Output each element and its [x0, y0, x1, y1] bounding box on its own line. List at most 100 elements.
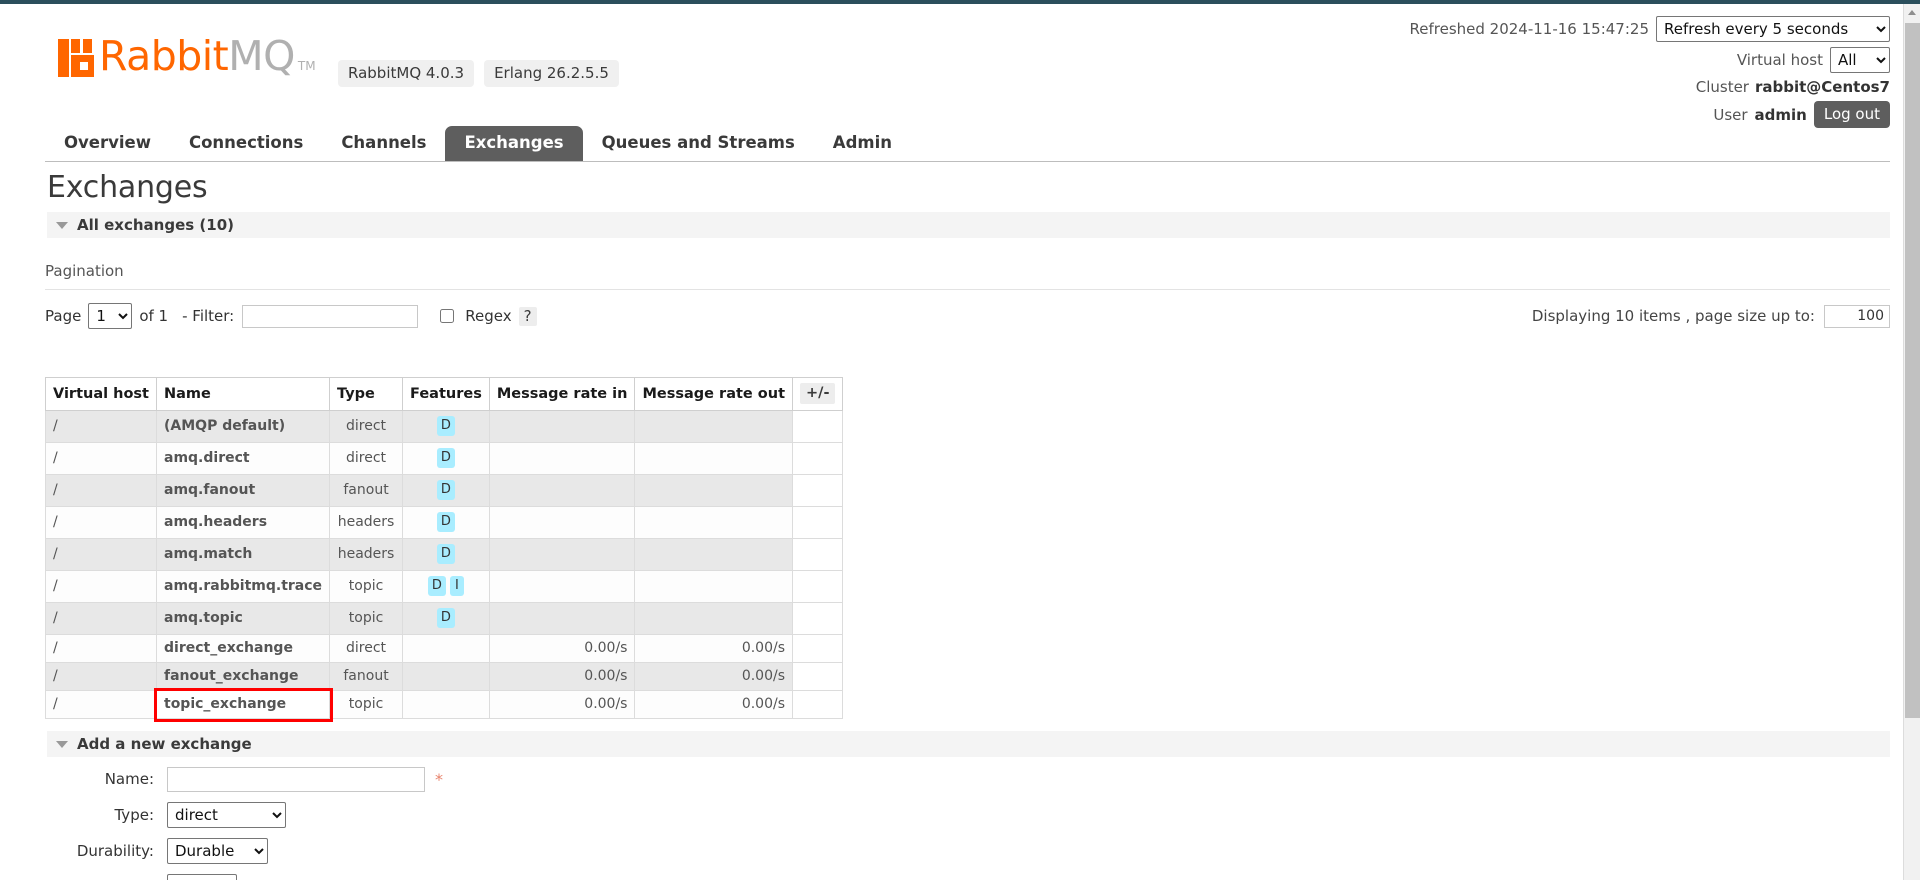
column-header-virtual-host[interactable]: Virtual host — [45, 377, 157, 411]
cell-features: D — [402, 538, 490, 571]
cell-exchange-name[interactable]: amq.topic — [155, 602, 331, 635]
form-row-name: Name: * — [45, 766, 443, 792]
cell-message-rate-out — [634, 506, 794, 539]
cell-exchange-name[interactable]: amq.fanout — [155, 474, 331, 507]
cell-spacer — [792, 602, 844, 635]
cell-message-rate-in: 0.00/s — [488, 634, 636, 663]
feature-badge-d: D — [436, 512, 455, 532]
exchange-durability-select[interactable]: Durable — [167, 838, 268, 864]
table-row: / topic_exchange topic 0.00/s 0.00/s — [45, 687, 844, 722]
column-header-message-rate-in[interactable]: Message rate in — [488, 377, 636, 411]
form-row-type: Type: direct — [45, 802, 443, 828]
cell-message-rate-in — [488, 570, 636, 603]
cell-message-rate-in — [488, 506, 636, 539]
column-header-type[interactable]: Type — [329, 377, 404, 411]
log-out-button[interactable]: Log out — [1813, 101, 1890, 128]
cell-exchange-name[interactable]: topic_exchange — [153, 687, 333, 722]
page-title: Exchanges — [47, 170, 208, 205]
form-row-auto-delete: Auto delete: No — [45, 874, 443, 880]
cell-features — [402, 690, 490, 719]
vhost-select[interactable]: All — [1830, 47, 1890, 73]
cell-message-rate-out — [634, 602, 794, 635]
tab-connections[interactable]: Connections — [170, 126, 322, 161]
cell-type: topic — [329, 602, 404, 635]
cell-exchange-name[interactable]: amq.match — [155, 538, 331, 571]
logo-text-mq: MQ — [228, 32, 295, 80]
exchanges-table: Virtual host Name Type Features Message … — [45, 377, 844, 722]
add-exchange-section-header[interactable]: Add a new exchange — [47, 731, 1890, 757]
feature-badge-d: D — [436, 608, 455, 628]
logo-text-rabbit: Rabbit — [99, 32, 229, 80]
scroll-up-arrow-icon[interactable] — [1904, 4, 1920, 21]
cell-type: direct — [329, 634, 404, 663]
refresh-interval-select[interactable]: Refresh every 5 seconds — [1656, 16, 1890, 42]
tab-exchanges[interactable]: Exchanges — [445, 126, 583, 161]
cell-type: fanout — [329, 662, 404, 691]
exchange-type-select[interactable]: direct — [167, 802, 286, 828]
cell-features — [402, 662, 490, 691]
cell-spacer — [792, 570, 844, 603]
column-header-plusminus: +/- — [792, 377, 844, 411]
page-size-input[interactable] — [1824, 304, 1890, 328]
exchanges-table-body: / (AMQP default) direct D / amq.direct direct D… — [45, 410, 844, 722]
rabbitmq-logo[interactable]: RabbitMQ TM — [58, 36, 316, 77]
cell-type: direct — [329, 442, 404, 475]
cell-message-rate-out: 0.00/s — [634, 634, 794, 663]
user-name: admin — [1754, 105, 1807, 124]
regex-checkbox[interactable] — [440, 309, 455, 323]
all-exchanges-label: All exchanges (10) — [77, 216, 234, 234]
column-header-message-rate-out[interactable]: Message rate out — [634, 377, 794, 411]
tab-queues-and-streams[interactable]: Queues and Streams — [583, 126, 814, 161]
pagination-heading: Pagination — [45, 262, 124, 280]
required-marker: * — [435, 769, 443, 789]
feature-badge-d: D — [436, 480, 455, 500]
cell-exchange-name[interactable]: amq.direct — [155, 442, 331, 475]
cell-message-rate-in: 0.00/s — [488, 690, 636, 719]
cell-exchange-name[interactable]: fanout_exchange — [155, 662, 331, 691]
cell-exchange-name[interactable]: amq.headers — [155, 506, 331, 539]
cell-virtual-host: / — [45, 410, 157, 443]
regex-label: Regex — [465, 307, 512, 325]
cell-virtual-host: / — [45, 570, 157, 603]
cell-exchange-name[interactable]: direct_exchange — [155, 634, 331, 663]
page-total-label: of 1 — [139, 307, 169, 325]
feature-badge-i: I — [449, 576, 464, 596]
cell-features: D — [402, 442, 490, 475]
refresh-row: Refreshed 2024-11-16 15:47:25 Refresh ev… — [1410, 16, 1890, 42]
scrollbar-thumb[interactable] — [1905, 23, 1920, 718]
cell-spacer — [792, 474, 844, 507]
cell-spacer — [792, 506, 844, 539]
regex-help-icon[interactable]: ? — [518, 306, 537, 326]
toggle-columns-button[interactable]: +/- — [800, 383, 836, 404]
page-scrollbar[interactable] — [1903, 4, 1920, 880]
cell-exchange-name[interactable]: amq.rabbitmq.trace — [155, 570, 331, 603]
cell-message-rate-out — [634, 570, 794, 603]
filter-input[interactable] — [242, 304, 419, 328]
table-row: / amq.fanout fanout D — [45, 474, 844, 507]
cell-message-rate-in — [488, 538, 636, 571]
column-header-features[interactable]: Features — [402, 377, 490, 411]
page-content: RabbitMQ TM RabbitMQ 4.0.3 Erlang 26.2.5… — [0, 4, 1901, 880]
pagination-controls: Page 1 of 1 - Filter: Regex ? Displaying… — [45, 301, 1890, 331]
logo-trademark: TM — [297, 59, 316, 73]
cell-virtual-host: / — [45, 538, 157, 571]
all-exchanges-section-header[interactable]: All exchanges (10) — [47, 212, 1890, 238]
cell-message-rate-in — [488, 442, 636, 475]
vhost-row: Virtual host All — [1410, 47, 1890, 73]
exchange-name-input[interactable] — [167, 766, 425, 792]
tab-overview[interactable]: Overview — [45, 126, 170, 161]
tab-admin[interactable]: Admin — [814, 126, 911, 161]
feature-badge-d: D — [436, 448, 455, 468]
cell-message-rate-out: 0.00/s — [634, 690, 794, 719]
column-header-name[interactable]: Name — [155, 377, 331, 411]
cell-spacer — [792, 410, 844, 443]
cell-exchange-name[interactable]: (AMQP default) — [155, 410, 331, 443]
page-number-select[interactable]: 1 — [88, 303, 133, 329]
tab-channels[interactable]: Channels — [322, 126, 445, 161]
exchange-auto-delete-select[interactable]: No — [167, 874, 237, 880]
name-field-label: Name: — [104, 770, 154, 788]
erlang-version-badge: Erlang 26.2.5.5 — [484, 60, 619, 87]
cell-virtual-host: / — [45, 442, 157, 475]
cell-features: DI — [402, 570, 490, 603]
cell-features: D — [402, 410, 490, 443]
